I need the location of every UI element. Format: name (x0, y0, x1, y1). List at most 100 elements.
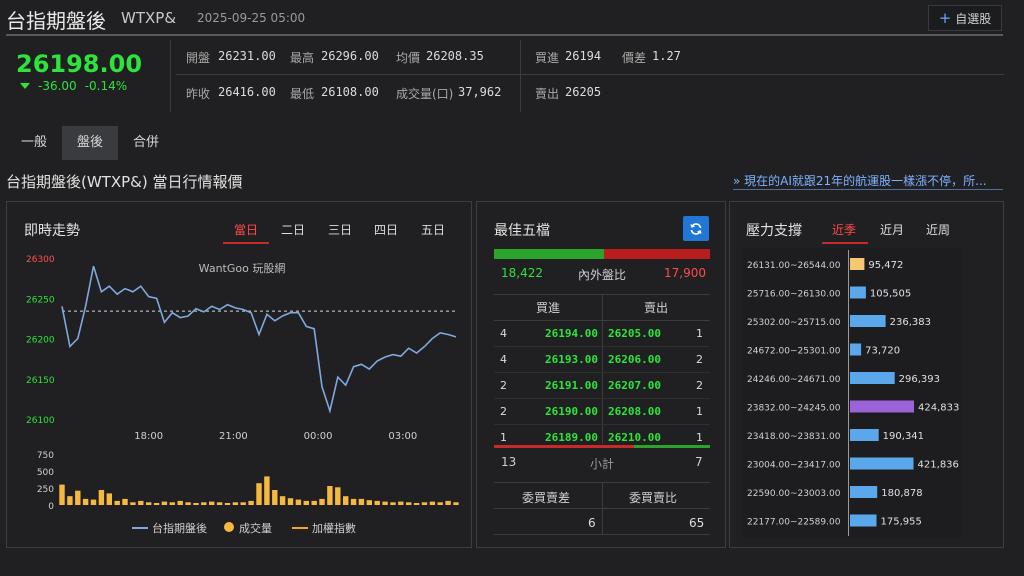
refresh-button[interactable] (683, 216, 709, 241)
volume-bar (161, 501, 168, 505)
change-value: -36.00 (38, 79, 77, 93)
y-axis-tick-label: 26200 (26, 336, 55, 346)
ask-value: 26205 (565, 85, 602, 99)
tab-after-hours[interactable]: 盤後 (62, 126, 118, 160)
range-tab-3d[interactable]: 三日 (328, 221, 352, 238)
volume-bar (295, 499, 302, 505)
volume-bar (272, 490, 278, 505)
tab-quarter[interactable]: 近季 (832, 221, 856, 238)
order-book-rows: 4 26194.00 26205.00 1 4 26193.00 26206.0… (494, 321, 710, 450)
pressure-bar (850, 372, 895, 384)
order-book-row: 2 26190.00 26208.00 1 (494, 399, 710, 425)
pressure-value: 424,833 (918, 403, 959, 414)
volume-bar (413, 503, 420, 505)
ask-price: 26205.00 (608, 327, 661, 340)
add-watchlist-label: 自選股 (955, 11, 992, 26)
ask-qty: 1 (696, 405, 703, 418)
volume-bar (169, 502, 175, 505)
volume-bar (138, 500, 144, 505)
legend-price: 台指期盤後 (152, 521, 207, 535)
pressure-value: 180,878 (881, 488, 922, 499)
tab-month[interactable]: 近月 (880, 221, 904, 238)
pressure-range-label: 26131.00~26544.00 (747, 261, 841, 271)
pressure-range-label: 23832.00~24245.00 (747, 404, 841, 414)
tab-general[interactable]: 一般 (6, 126, 62, 160)
add-watchlist-button[interactable]: + 自選股 (928, 5, 1002, 31)
open-label: 開盤 (186, 51, 211, 65)
ask-qty: 2 (696, 379, 703, 392)
news-link[interactable]: » 現在的AI就跟21年的航運股一樣漲不停，所... (733, 172, 1003, 189)
volume-bar (374, 500, 380, 505)
volume-bar (406, 502, 412, 505)
pressure-bar (850, 429, 879, 441)
ask-price: 26206.00 (608, 353, 661, 366)
volume-bar (366, 500, 372, 505)
volume-bar (98, 490, 105, 505)
bid-price: 26190.00 (545, 405, 598, 418)
pressure-bars: 26131.00~26544.00 95,472 25716.00~26130.00… (747, 258, 959, 528)
inner-outer-ratio-bar (494, 249, 710, 259)
range-tab-5d[interactable]: 五日 (421, 221, 445, 238)
volume-bar (358, 498, 365, 505)
high-value: 26296.00 (321, 49, 379, 63)
volume-bar (303, 500, 309, 505)
volume-bar (327, 486, 333, 505)
volume-tick-label: 250 (37, 485, 54, 495)
pressure-range-label: 25716.00~26130.00 (747, 290, 841, 300)
price-chart: WantGoo 玩股網 26300 26250 26200 26150 26100 18… (26, 255, 459, 535)
pressure-bar (850, 258, 865, 270)
inner-sell-volume: 17,900 (664, 266, 706, 280)
bid-price: 26189.00 (545, 431, 598, 444)
volume-bar (343, 496, 349, 505)
inner-ratio-fill (494, 249, 604, 259)
volume-bar (248, 500, 254, 505)
ask-price: 26207.00 (608, 379, 661, 392)
volume-bar (177, 500, 183, 505)
bid-qty: 2 (500, 379, 507, 392)
volume-bar (311, 500, 317, 505)
refresh-icon (690, 222, 702, 235)
volume-tick-label: 750 (37, 451, 54, 461)
tab-week[interactable]: 近周 (926, 221, 950, 238)
avg-value: 26208.35 (426, 49, 484, 63)
tab-combined[interactable]: 合併 (118, 126, 174, 160)
volume-bar (153, 503, 160, 505)
legend-volume: 成交量 (239, 521, 272, 535)
diff-bottom-divider (494, 534, 710, 535)
range-tab-2d[interactable]: 二日 (281, 221, 305, 238)
pressure-range-label: 22177.00~22589.00 (747, 518, 841, 528)
down-arrow-icon (20, 83, 30, 89)
y-axis-tick-label: 26100 (26, 416, 55, 426)
volume-bar (264, 476, 270, 505)
chart-panel-title: 即時走勢 (24, 223, 80, 239)
x-axis-tick-label: 03:00 (388, 431, 417, 442)
bid-label: 買進 (535, 51, 560, 65)
volume-bar (445, 500, 451, 505)
pressure-bar (850, 514, 877, 527)
pressure-support-title: 壓力支撐 (746, 223, 802, 239)
quote-divider (520, 40, 521, 112)
volume-bar (319, 498, 325, 505)
order-book-row: 4 26194.00 26205.00 1 (494, 321, 710, 347)
range-tab-4d[interactable]: 四日 (374, 221, 398, 238)
volume-tick-label: 0 (48, 502, 54, 512)
bid-ask-ratio-label: 委買賣比 (629, 491, 678, 505)
plus-icon: + (938, 8, 952, 27)
volume-bar (240, 502, 246, 505)
pressure-value: 95,472 (868, 260, 903, 271)
y-axis-tick-label: 26250 (26, 295, 55, 305)
diff-mid-divider (494, 508, 710, 509)
volume-bar (216, 502, 223, 505)
pressure-range-label: 24672.00~25301.00 (747, 347, 841, 357)
prev-close-value: 26416.00 (218, 85, 276, 99)
pressure-value: 73,720 (865, 346, 900, 357)
volume-bar (59, 484, 65, 505)
open-value: 26231.00 (218, 49, 276, 63)
pressure-bar (850, 315, 886, 327)
pressure-value: 421,836 (918, 460, 959, 471)
quote-divider (170, 40, 171, 112)
range-tab-1d[interactable]: 當日 (234, 221, 258, 238)
x-axis-tick-label: 18:00 (134, 431, 163, 442)
volume-label: 成交量(口) (396, 87, 454, 101)
order-book-title: 最佳五檔 (494, 223, 550, 239)
